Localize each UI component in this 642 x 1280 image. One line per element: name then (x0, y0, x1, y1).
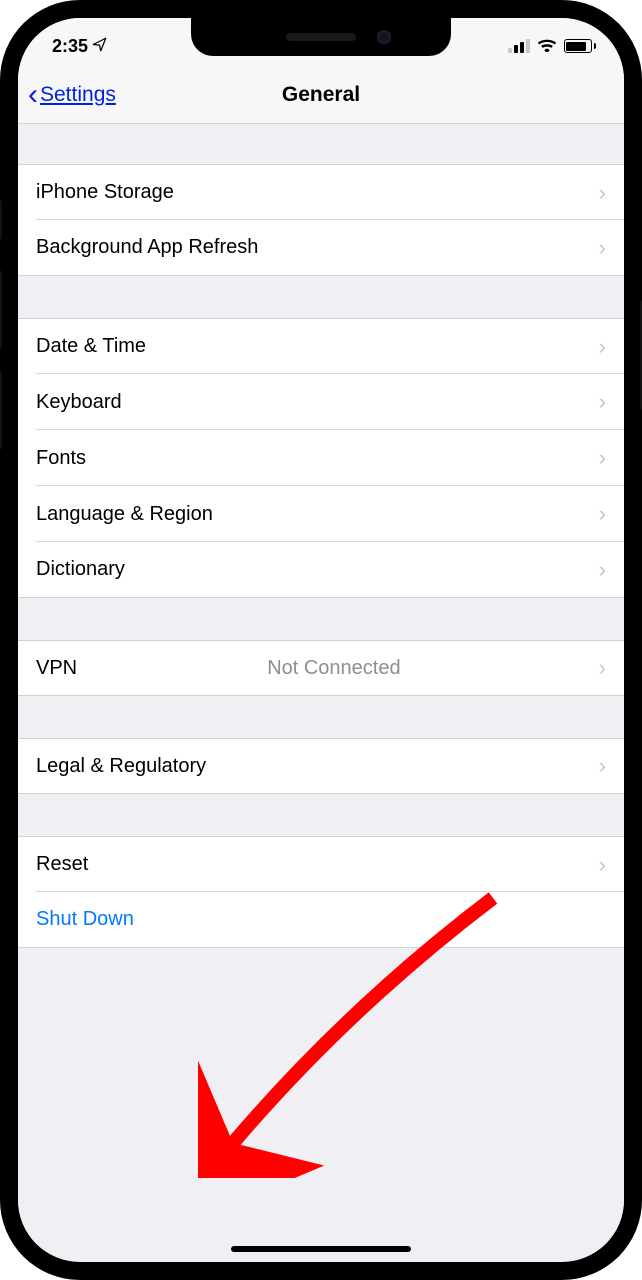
page-title: General (282, 83, 360, 107)
status-time: 2:35 (52, 36, 88, 57)
chevron-right-icon: › (599, 180, 606, 206)
row-shut-down[interactable]: Shut Down (18, 892, 624, 948)
chevron-right-icon: › (599, 235, 606, 261)
row-keyboard[interactable]: Keyboard › (18, 374, 624, 430)
chevron-right-icon: › (599, 389, 606, 415)
home-indicator[interactable] (231, 1246, 411, 1252)
volume-down-button (0, 370, 2, 450)
row-label: Legal & Regulatory (36, 755, 206, 778)
back-label: Settings (40, 83, 116, 107)
battery-icon (564, 39, 597, 53)
row-label: Reset (36, 853, 88, 876)
group-vpn: VPN Not Connected › (18, 640, 624, 696)
row-label: Dictionary (36, 558, 125, 581)
cellular-signal-icon (508, 39, 530, 53)
row-date-time[interactable]: Date & Time › (18, 318, 624, 374)
chevron-right-icon: › (599, 852, 606, 878)
group-reset: Reset › Shut Down (18, 836, 624, 948)
front-camera (377, 30, 391, 44)
volume-up-button (0, 270, 2, 350)
group-legal: Legal & Regulatory › (18, 738, 624, 794)
screen: 2:35 ‹ Settings General (18, 18, 624, 1262)
chevron-right-icon: › (599, 445, 606, 471)
wifi-icon (537, 36, 557, 57)
group-input: Date & Time › Keyboard › Fonts › Languag… (18, 318, 624, 598)
group-storage: iPhone Storage › Background App Refresh … (18, 164, 624, 276)
row-label: Date & Time (36, 335, 146, 358)
chevron-right-icon: › (599, 501, 606, 527)
row-fonts[interactable]: Fonts › (18, 430, 624, 486)
device-frame: 2:35 ‹ Settings General (0, 0, 642, 1280)
row-label: Background App Refresh (36, 236, 258, 259)
chevron-right-icon: › (599, 557, 606, 583)
chevron-right-icon: › (599, 334, 606, 360)
row-label: iPhone Storage (36, 181, 174, 204)
settings-list[interactable]: iPhone Storage › Background App Refresh … (18, 124, 624, 1232)
row-detail: Not Connected (267, 657, 408, 680)
location-services-icon (92, 36, 107, 57)
row-label: Fonts (36, 447, 86, 470)
chevron-right-icon: › (599, 753, 606, 779)
row-iphone-storage[interactable]: iPhone Storage › (18, 164, 624, 220)
row-label: Language & Region (36, 503, 213, 526)
row-label: Keyboard (36, 391, 122, 414)
navigation-bar: ‹ Settings General (18, 66, 624, 124)
notch (191, 18, 451, 56)
row-dictionary[interactable]: Dictionary › (18, 542, 624, 598)
silent-switch (0, 200, 2, 240)
row-vpn[interactable]: VPN Not Connected › (18, 640, 624, 696)
row-background-app-refresh[interactable]: Background App Refresh › (18, 220, 624, 276)
row-reset[interactable]: Reset › (18, 836, 624, 892)
row-legal-regulatory[interactable]: Legal & Regulatory › (18, 738, 624, 794)
chevron-left-icon: ‹ (28, 80, 38, 110)
row-label: Shut Down (36, 908, 134, 931)
back-button[interactable]: ‹ Settings (28, 66, 116, 123)
row-language-region[interactable]: Language & Region › (18, 486, 624, 542)
row-label: VPN (36, 657, 77, 680)
chevron-right-icon: › (599, 655, 606, 681)
speaker-grille (286, 33, 356, 41)
